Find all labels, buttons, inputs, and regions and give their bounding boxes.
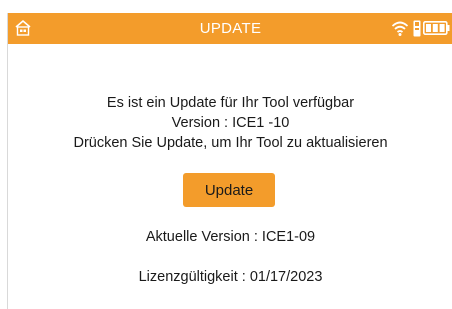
tool-icon	[413, 20, 421, 37]
device-screen: UPDATE Es ist ein Update für Ihr Tool ve…	[7, 13, 452, 309]
license-validity-text: Lizenzgültigkeit : 01/17/2023	[138, 269, 323, 285]
battery-icon	[423, 21, 450, 35]
update-button[interactable]: Update	[183, 173, 275, 207]
page-title: UPDATE	[199, 20, 262, 37]
wifi-icon	[391, 19, 409, 37]
current-version-text: Aktuelle Version : ICE1-09	[145, 229, 316, 245]
message-line-instruction: Drücken Sie Update, um Ihr Tool zu aktua…	[73, 135, 388, 151]
message-line-version: Version : ICE1 -10	[171, 115, 290, 131]
message-line-available: Es ist ein Update für Ihr Tool verfügbar	[106, 95, 355, 111]
title-bar: UPDATE	[8, 13, 452, 44]
update-message: Es ist ein Update für Ihr Tool verfügbar…	[8, 93, 452, 153]
